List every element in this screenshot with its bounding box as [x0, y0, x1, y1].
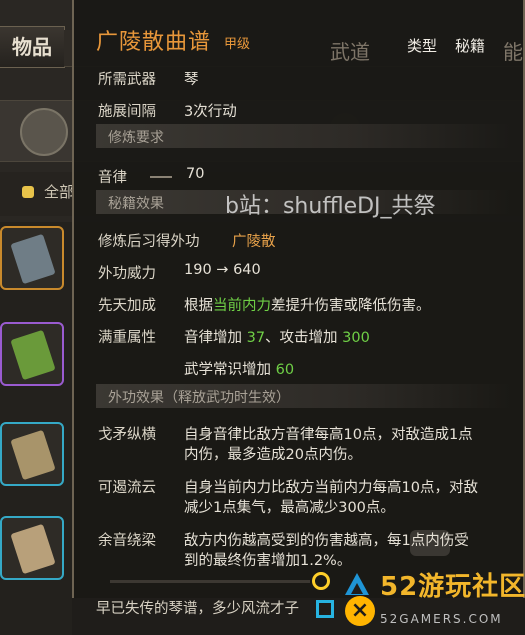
item-title: 广陵散曲谱	[96, 30, 212, 55]
skill-line	[150, 176, 172, 178]
tab-wudao[interactable]: 武道	[330, 36, 370, 65]
full-c-pre: 武学常识增加	[184, 362, 271, 378]
full-a-pre: 音律增加	[184, 330, 242, 346]
skill-label: 音律	[98, 170, 127, 186]
external-effect-1-line2: 内伤，最多造成20点内伤。	[184, 447, 362, 463]
section-requirement-title: 修炼要求	[108, 130, 164, 146]
logo-square-icon	[316, 600, 334, 618]
filter-all-checkbox[interactable]	[22, 186, 34, 198]
type-label: 类型	[407, 37, 438, 55]
external-effect-2-line1: 自身当前内力比敌方当前内力每高10点，对敌	[184, 480, 478, 496]
scroll-track[interactable]	[110, 580, 310, 583]
full-c-val: 60	[275, 362, 295, 378]
full-line1: 音律增加 37、攻击增加 300	[184, 326, 370, 347]
external-effect-3-line2: 到的最终伤害增加1.2%。	[184, 553, 352, 569]
full-b-pre: 、攻击增加	[265, 330, 338, 346]
external-effect-1-line1: 自身音律比敌方音律每高10点，对敌造成1点	[184, 427, 473, 443]
innate-post: 差提升伤害或降低伤害。	[271, 298, 431, 314]
external-effect-3-label: 余音绕梁	[98, 533, 156, 549]
logo-cross-icon: ×	[345, 596, 375, 626]
external-effect-2-line2: 减少1点集气，最高减少300点。	[184, 500, 395, 516]
tab-items[interactable]: 物品	[0, 26, 65, 68]
external-effect-2-label: 可遏流云	[98, 480, 156, 496]
full-label: 满重属性	[98, 330, 156, 346]
section-effects-title: 秘籍效果	[108, 196, 164, 212]
book-icon	[10, 523, 56, 575]
item-description: 早已失传的琴谱，多少风流才子	[96, 601, 299, 617]
section-requirement: 修炼要求	[96, 124, 511, 148]
logo-triangle-inner	[351, 583, 363, 594]
filter-all-label[interactable]: 全部	[44, 181, 74, 202]
skill-value: 70	[186, 166, 205, 182]
item-slot-selected[interactable]	[0, 226, 64, 290]
item-slot[interactable]	[0, 322, 64, 386]
full-line2: 武学常识增加 60	[184, 358, 294, 379]
book-icon	[10, 233, 56, 285]
power-label: 外功威力	[98, 266, 156, 282]
external-effect-1-label: 戈矛纵横	[98, 427, 156, 443]
site-logo-url: 52GAMERS.COM	[380, 612, 503, 626]
learn-label: 修炼后习得外功	[98, 234, 200, 250]
item-slot[interactable]	[0, 422, 64, 486]
weapon-label: 所需武器	[98, 72, 156, 88]
weapon-value: 琴	[184, 72, 199, 88]
full-a-val: 37	[246, 330, 266, 346]
book-icon	[10, 329, 56, 381]
logo-circle-icon	[312, 572, 330, 590]
category-equipment-icon[interactable]	[20, 108, 68, 156]
section-external: 外功效果（释放武功时生效）	[96, 384, 511, 408]
tab-neng[interactable]: 能	[503, 36, 523, 65]
external-effect-3-line1: 敌方内伤越高受到的伤害越高，每1点内伤受	[184, 533, 469, 549]
item-grade: 甲级	[224, 37, 251, 52]
power-to: 640	[233, 262, 261, 278]
power-from: 190	[184, 262, 212, 278]
power-values: 190 → 640	[184, 262, 261, 278]
book-icon	[10, 429, 56, 481]
item-slot[interactable]	[0, 516, 64, 580]
innate-pre: 根据	[184, 298, 213, 314]
innate-label: 先天加成	[98, 298, 156, 314]
power-arrow: →	[216, 262, 229, 278]
site-logo-text: 52游玩社区	[380, 572, 525, 602]
innate-text: 根据当前内力差提升伤害或降低伤害。	[184, 294, 431, 315]
full-b-val: 300	[342, 330, 370, 346]
innate-highlight: 当前内力	[213, 298, 271, 314]
section-external-title: 外功效果（释放武功时生效）	[108, 390, 290, 406]
type-value: 秘籍	[455, 37, 486, 55]
watermark: b站：shuffleDJ_共祭	[225, 194, 436, 219]
interval-label: 施展间隔	[98, 104, 156, 120]
interval-value: 3次行动	[184, 104, 237, 120]
learn-value: 广陵散	[232, 234, 276, 250]
